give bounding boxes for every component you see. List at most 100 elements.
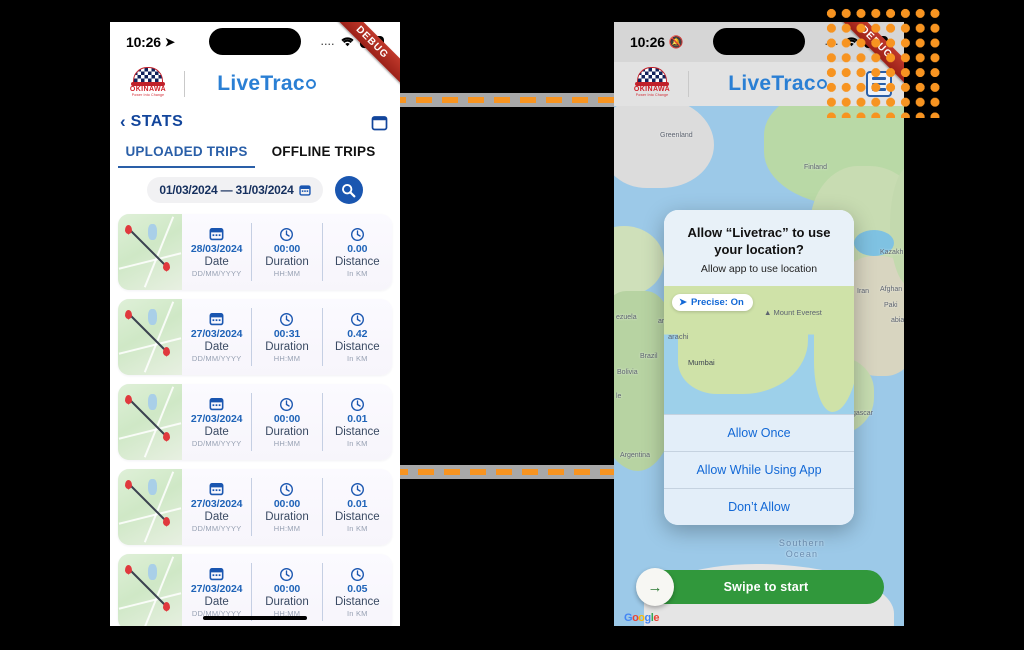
trip-date-column: 28/03/2024 Date DD/MM/YYYY [182, 214, 251, 290]
status-bar-left: 10:26 ➤ [126, 34, 175, 50]
trip-duration-column: 00:00 Duration HH:MM [252, 384, 321, 460]
world-map[interactable]: Greenland Finland Kazakh Afghan Iran Paki abia… [614, 106, 904, 626]
trip-card[interactable]: 27/03/2024 Date DD/MM/YYYY 00:31 Duration HH:… [118, 299, 392, 375]
trip-date-value: 27/03/2024 [190, 412, 243, 425]
filter-row: 01/03/2024 — 31/03/2024 [110, 168, 400, 214]
dashed-stripes [392, 469, 618, 475]
status-bar-left: 10:26 🔕 [630, 34, 684, 50]
trip-distance-value: 0.00 [347, 243, 368, 255]
trip-duration-value: 00:00 [273, 498, 301, 510]
trip-distance-column: 0.05 Distance In KM [323, 554, 392, 626]
trip-distance-column: 0.42 Distance In KM [323, 299, 392, 375]
tab-offline-trips[interactable]: OFFLINE TRIPS [255, 138, 392, 168]
map-label: Brazil [640, 353, 658, 360]
precise-location-chip[interactable]: ➤ Precise: On [672, 294, 753, 311]
signal-dots-icon: .... [320, 37, 335, 47]
trip-distance-value: 0.01 [347, 498, 368, 510]
search-button[interactable] [334, 176, 363, 204]
brand-tagline: Power Into Change [635, 93, 669, 97]
okinawa-logo: OKINAWA Power Into Change [122, 67, 174, 101]
map-label: Kazakh [880, 249, 904, 256]
trip-duration-format: HH:MM [273, 439, 301, 448]
calendar-icon [209, 396, 224, 412]
trip-duration-format: HH:MM [273, 269, 301, 278]
trip-card[interactable]: 27/03/2024 Date DD/MM/YYYY 00:00 Duration HH:… [118, 384, 392, 460]
tab-uploaded-trips[interactable]: UPLOADED TRIPS [118, 138, 255, 168]
google-attribution: Google [624, 612, 659, 624]
preview-label-everest: ▲ Mount Everest [764, 308, 822, 317]
home-indicator [203, 615, 307, 620]
allow-once-button[interactable]: Allow Once [664, 414, 854, 451]
trip-card[interactable]: 28/03/2024 Date DD/MM/YYYY 00:00 Duration HH:… [118, 214, 392, 290]
app-title-text: LiveTrac [728, 72, 816, 95]
landmass-north-america [614, 226, 664, 296]
trip-distance-format: In KM [347, 524, 368, 533]
location-permission-dialog: Allow “Livetrac” to use your location? A… [664, 210, 854, 525]
trip-card[interactable]: 27/03/2024 Date DD/MM/YYYY 00:00 Duration HH:… [118, 469, 392, 545]
wifi-icon [340, 35, 355, 50]
trip-duration-value: 00:00 [273, 583, 301, 595]
clock-icon [350, 566, 365, 582]
clock-icon [279, 566, 294, 582]
checkered-helmet-icon [131, 67, 165, 86]
swipe-knob-arrow-right-icon[interactable]: → [636, 568, 674, 606]
map-label: Argentina [620, 452, 650, 459]
swipe-to-start-control[interactable]: Swipe to start → [636, 568, 884, 606]
trip-distance-value: 0.01 [347, 413, 368, 425]
connector-line-bottom [392, 465, 618, 479]
trip-duration-column: 00:00 Duration HH:MM [252, 214, 321, 290]
date-range-picker[interactable]: 01/03/2024 — 31/03/2024 [147, 177, 323, 203]
calendar-icon [209, 566, 224, 582]
trip-distance-label: Distance [334, 341, 380, 353]
dialog-header: Allow “Livetrac” to use your location? A… [664, 210, 854, 286]
chevron-left-icon[interactable]: ‹ [120, 112, 126, 132]
clock-icon [279, 226, 294, 242]
trip-date-label: Date [204, 255, 229, 268]
map-label-southern-ocean: Southern Ocean [778, 538, 826, 559]
map-label: gascar [852, 410, 874, 417]
checkered-helmet-icon [635, 67, 669, 86]
trip-map-thumbnail [118, 469, 182, 545]
clock-icon [279, 481, 294, 497]
allow-while-using-app-button[interactable]: Allow While Using App [664, 451, 854, 488]
trip-duration-column: 00:00 Duration HH:MM [252, 469, 321, 545]
dialog-subtitle: Allow app to use location [700, 263, 818, 275]
clock-icon [279, 311, 294, 327]
dont-allow-button[interactable]: Don’t Allow [664, 488, 854, 525]
trip-distance-label: Distance [334, 596, 380, 608]
trip-list[interactable]: 28/03/2024 Date DD/MM/YYYY 00:00 Duration HH:… [110, 214, 400, 626]
dialog-map-preview: ➤ Precise: On ▲ Mount Everest arachi Mum… [664, 286, 854, 414]
trip-date-format: DD/MM/YYYY [191, 268, 242, 278]
trip-duration-value: 00:31 [273, 328, 301, 340]
trip-date-column: 27/03/2024 Date DD/MM/YYYY [182, 469, 251, 545]
swipe-track[interactable]: Swipe to start [648, 570, 884, 604]
trip-date-value: 27/03/2024 [190, 582, 243, 595]
map-label: Paki [884, 302, 898, 309]
trip-date-label: Date [204, 425, 229, 438]
bell-slash-icon: 🔕 [668, 35, 684, 49]
calendar-icon[interactable] [371, 114, 388, 131]
header-divider [688, 71, 689, 97]
map-label: ezuela [616, 314, 637, 321]
trip-map-thumbnail [118, 299, 182, 375]
trip-map-thumbnail [118, 384, 182, 460]
dialog-button-group[interactable]: Allow Once Allow While Using App Don’t All… [664, 414, 854, 525]
trip-duration-label: Duration [265, 256, 309, 268]
trip-duration-label: Duration [265, 341, 309, 353]
trip-duration-format: HH:MM [273, 524, 301, 533]
connector-line-top [390, 93, 618, 107]
status-time: 10:26 [630, 34, 665, 50]
trip-tabs: UPLOADED TRIPS OFFLINE TRIPS [110, 136, 400, 168]
trip-date-format: DD/MM/YYYY [191, 523, 242, 533]
trip-date-value: 27/03/2024 [190, 327, 243, 340]
trip-map-thumbnail [118, 554, 182, 626]
preview-label-karachi: arachi [668, 332, 689, 341]
trip-distance-value: 0.05 [347, 583, 368, 595]
search-icon [342, 183, 356, 197]
location-arrow-icon: ➤ [679, 297, 687, 308]
screenshot-stage: DEBUG 10:26 ➤ .... OKINAWA Power Into Ch… [0, 0, 1024, 650]
brand-tagline: Power Into Change [131, 93, 165, 97]
trip-date-label: Date [204, 340, 229, 353]
trip-distance-format: In KM [347, 354, 368, 363]
orange-dot-grid-decoration [824, 6, 942, 118]
